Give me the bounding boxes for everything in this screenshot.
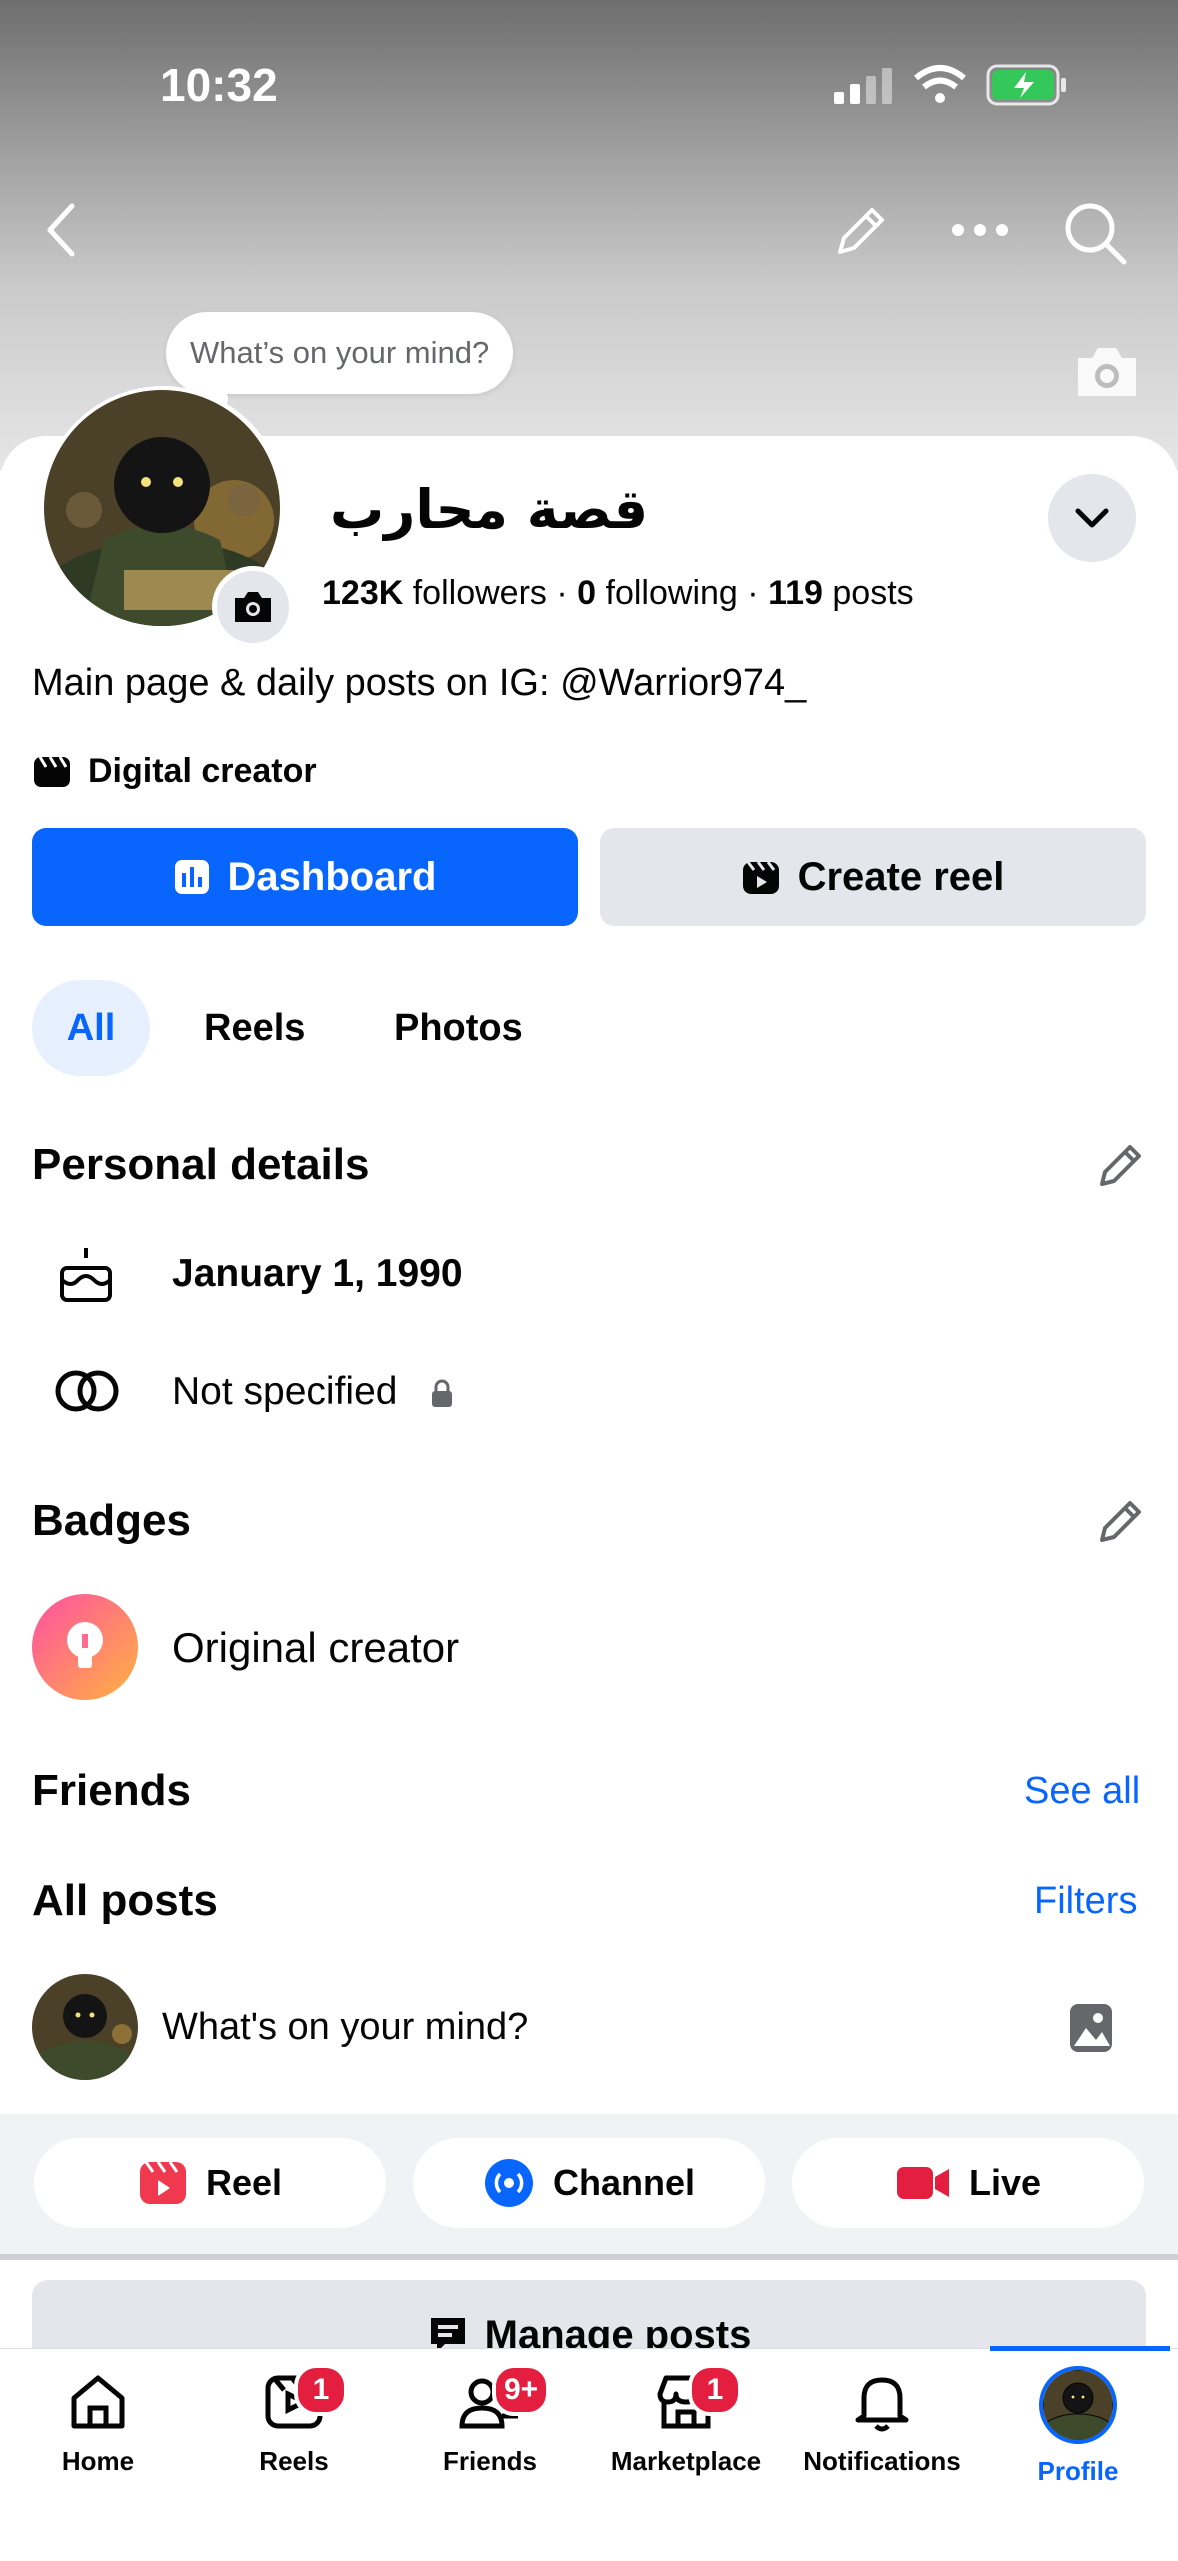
profile-nav-avatar (1039, 2366, 1117, 2444)
status-time: 10:32 (160, 59, 278, 111)
create-reel-button[interactable]: Create reel (600, 828, 1146, 926)
personal-details-title: Personal details (32, 1140, 370, 1189)
filters-link[interactable]: Filters (1034, 1880, 1137, 1923)
reel-icon (742, 861, 779, 894)
followers-label[interactable]: followers (413, 574, 547, 612)
friends-title: Friends (32, 1766, 191, 1815)
dashboard-icon (174, 860, 209, 894)
nav-profile[interactable]: Profile (980, 2366, 1176, 2487)
dashboard-button[interactable]: Dashboard (32, 828, 578, 926)
stats-separator: · (747, 574, 769, 612)
nav-marketplace-label: Marketplace (610, 2446, 762, 2476)
birthday-cake-icon (56, 1244, 116, 1309)
divider (0, 2254, 1178, 2260)
profile-bio: Main page & daily posts on IG: @Warrior9… (32, 662, 807, 704)
nav-notifications-label: Notifications (803, 2446, 961, 2476)
profile-menu-button[interactable] (1048, 474, 1136, 562)
avatar-camera-button[interactable] (212, 566, 294, 648)
birthday-value: January 1, 1990 (172, 1252, 463, 1295)
all-posts-title: All posts (32, 1876, 218, 1925)
edit-icon[interactable] (828, 200, 892, 269)
back-icon[interactable] (40, 200, 84, 265)
bell-icon (855, 2377, 909, 2432)
nav-profile-label: Profile (1037, 2456, 1119, 2486)
nav-notifications[interactable]: Notifications (784, 2370, 980, 2477)
more-icon[interactable] (950, 222, 1010, 243)
live-video-icon (896, 2167, 949, 2199)
wifi-icon (912, 62, 968, 111)
battery-icon (986, 64, 1068, 111)
marketplace-badge: 1 (688, 2364, 742, 2416)
followers-count[interactable]: 123K (322, 574, 403, 612)
composer-bubble[interactable]: What’s on your mind? (166, 312, 514, 394)
lock-icon (430, 1378, 454, 1413)
reel-pill-label: Reel (205, 2162, 283, 2203)
see-all-friends-link[interactable]: See all (1024, 1770, 1140, 1813)
posts-count: 119 (768, 574, 823, 612)
nav-reels-label: Reels (259, 2446, 329, 2476)
active-tab-indicator (990, 2346, 1170, 2351)
composer-input[interactable]: What's on your mind? (162, 2006, 528, 2049)
relationship-icon (54, 1368, 120, 1419)
reel-icon (139, 2161, 186, 2204)
original-creator-badge-icon (32, 1594, 138, 1705)
nav-home[interactable]: Home (0, 2370, 196, 2477)
channel-pill-button[interactable]: Channel (413, 2138, 765, 2228)
category-label: Digital creator (88, 752, 317, 790)
live-pill-button[interactable]: Live (792, 2138, 1144, 2228)
friends-badge: 9+ (492, 2364, 551, 2416)
signal-icon (832, 66, 894, 111)
original-creator-label[interactable]: Original creator (172, 1624, 459, 1672)
cover-camera-icon[interactable] (1074, 344, 1140, 405)
tab-photos[interactable]: Photos (394, 980, 523, 1076)
following-label[interactable]: following (606, 574, 738, 612)
nav-friends-label: Friends (443, 2446, 537, 2476)
channel-icon (484, 2159, 533, 2207)
edit-badges-icon[interactable] (1094, 1496, 1146, 1553)
dashboard-label: Dashboard (227, 854, 437, 899)
reels-badge: 1 (294, 2364, 348, 2416)
posts-label: posts (832, 574, 914, 612)
following-count[interactable]: 0 (577, 574, 596, 612)
tab-reels[interactable]: Reels (204, 980, 305, 1076)
photo-icon[interactable] (1068, 2002, 1114, 2059)
edit-details-icon[interactable] (1094, 1140, 1146, 1197)
nav-friends[interactable]: Friends 9+ (392, 2364, 588, 2477)
nav-reels[interactable]: Reels 1 (196, 2364, 392, 2477)
nav-home-label: Home (61, 2446, 135, 2476)
clapperboard-icon (34, 755, 70, 787)
relationship-value: Not specified (172, 1370, 398, 1413)
stats-separator: · (556, 574, 578, 612)
nav-marketplace[interactable]: Marketplace 1 (588, 2364, 784, 2477)
badges-title: Badges (32, 1496, 191, 1545)
profile-stats: 123K followers · 0 following · 119 posts (322, 574, 914, 613)
profile-category: Digital creator (32, 752, 317, 791)
reel-pill-button[interactable]: Reel (34, 2138, 386, 2228)
channel-pill-label: Channel (552, 2162, 695, 2203)
tab-all[interactable]: All (32, 980, 150, 1076)
chevron-down-icon (1075, 508, 1109, 528)
camera-icon (235, 592, 271, 622)
create-reel-label: Create reel (797, 854, 1005, 899)
live-pill-label: Live (968, 2162, 1042, 2203)
composer-avatar[interactable] (32, 1974, 138, 2080)
home-icon (71, 2375, 125, 2429)
profile-name: قصة محارب (330, 478, 649, 541)
search-icon[interactable] (1062, 200, 1128, 271)
